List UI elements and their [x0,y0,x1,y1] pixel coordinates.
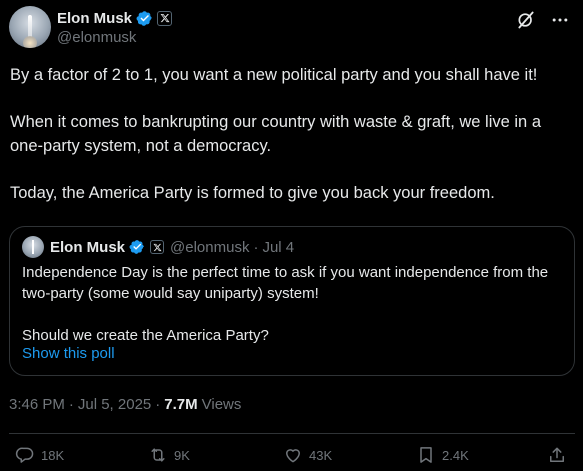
author-name-row: Elon Musk [57,8,173,28]
repost-count: 9K [174,447,190,463]
heart-icon [286,449,300,463]
quote-avatar-rocket [32,240,34,254]
tweet-meta: 3:46 PM · Jul 5, 2025 · 7.7M Views [9,396,241,413]
repost-button[interactable]: 9K [148,445,190,465]
x-logo-icon [157,10,173,26]
views-count: 7.7M [164,396,198,413]
x-logo-icon [150,240,165,254]
tweet-text: By a factor of 2 to 1, you want a new po… [10,64,578,229]
show-poll-link[interactable]: Show this poll [22,345,115,362]
action-bar: 18K 9K 43K 2.4K [0,443,583,471]
quoted-tweet[interactable]: Elon Musk @elonmusk · Jul 4 Independence… [9,226,575,376]
avatar[interactable] [9,6,51,48]
bookmark-icon [420,447,432,463]
tweet-header: Elon Musk @elonmusk [9,6,574,50]
author-handle[interactable]: @elonmusk [57,29,136,46]
quote-paragraph: Should we create the America Party? [22,327,269,344]
quote-author-name[interactable]: Elon Musk [50,239,125,256]
quote-author-handle: @elonmusk [170,238,250,256]
meta-separator: · [155,396,161,413]
bookmark-button[interactable]: 2.4K [416,445,469,465]
tweet-date[interactable]: Jul 5, 2025 [78,396,151,413]
share-icon [550,447,564,462]
quote-text: Independence Day is the perfect time to … [22,262,564,346]
divider [9,433,575,434]
grok-icon[interactable] [516,10,536,30]
like-button[interactable]: 43K [283,445,332,465]
reply-count: 18K [41,447,65,463]
verified-badge-icon [129,240,144,254]
meta-separator: · [68,396,74,413]
views-label: Views [201,396,242,413]
quote-separator: · [253,238,259,256]
share-button[interactable] [547,445,573,465]
quote-paragraph: Independence Day is the perfect time to … [22,264,549,302]
tweet: Elon Musk @elonmusk By a factor of 2 to … [0,0,583,471]
bookmark-count: 2.4K [442,447,469,463]
reply-button[interactable]: 18K [15,445,64,465]
tweet-paragraph: By a factor of 2 to 1, you want a new po… [10,66,538,84]
quote-avatar[interactable] [22,236,44,258]
verified-badge-icon [136,10,152,26]
avatar-plume [23,36,37,48]
quote-header: Elon Musk @elonmusk · Jul 4 [50,237,294,257]
tweet-time[interactable]: 3:46 PM [9,396,65,413]
tweet-paragraph: When it comes to bankrupting our country… [10,113,541,155]
more-icon[interactable] [550,10,570,30]
like-count: 43K [309,447,333,463]
reply-icon [15,447,34,463]
tweet-paragraph: Today, the America Party is formed to gi… [10,183,495,202]
repost-icon [151,448,165,462]
quote-date[interactable]: Jul 4 [262,239,294,256]
author-name[interactable]: Elon Musk [57,10,132,27]
